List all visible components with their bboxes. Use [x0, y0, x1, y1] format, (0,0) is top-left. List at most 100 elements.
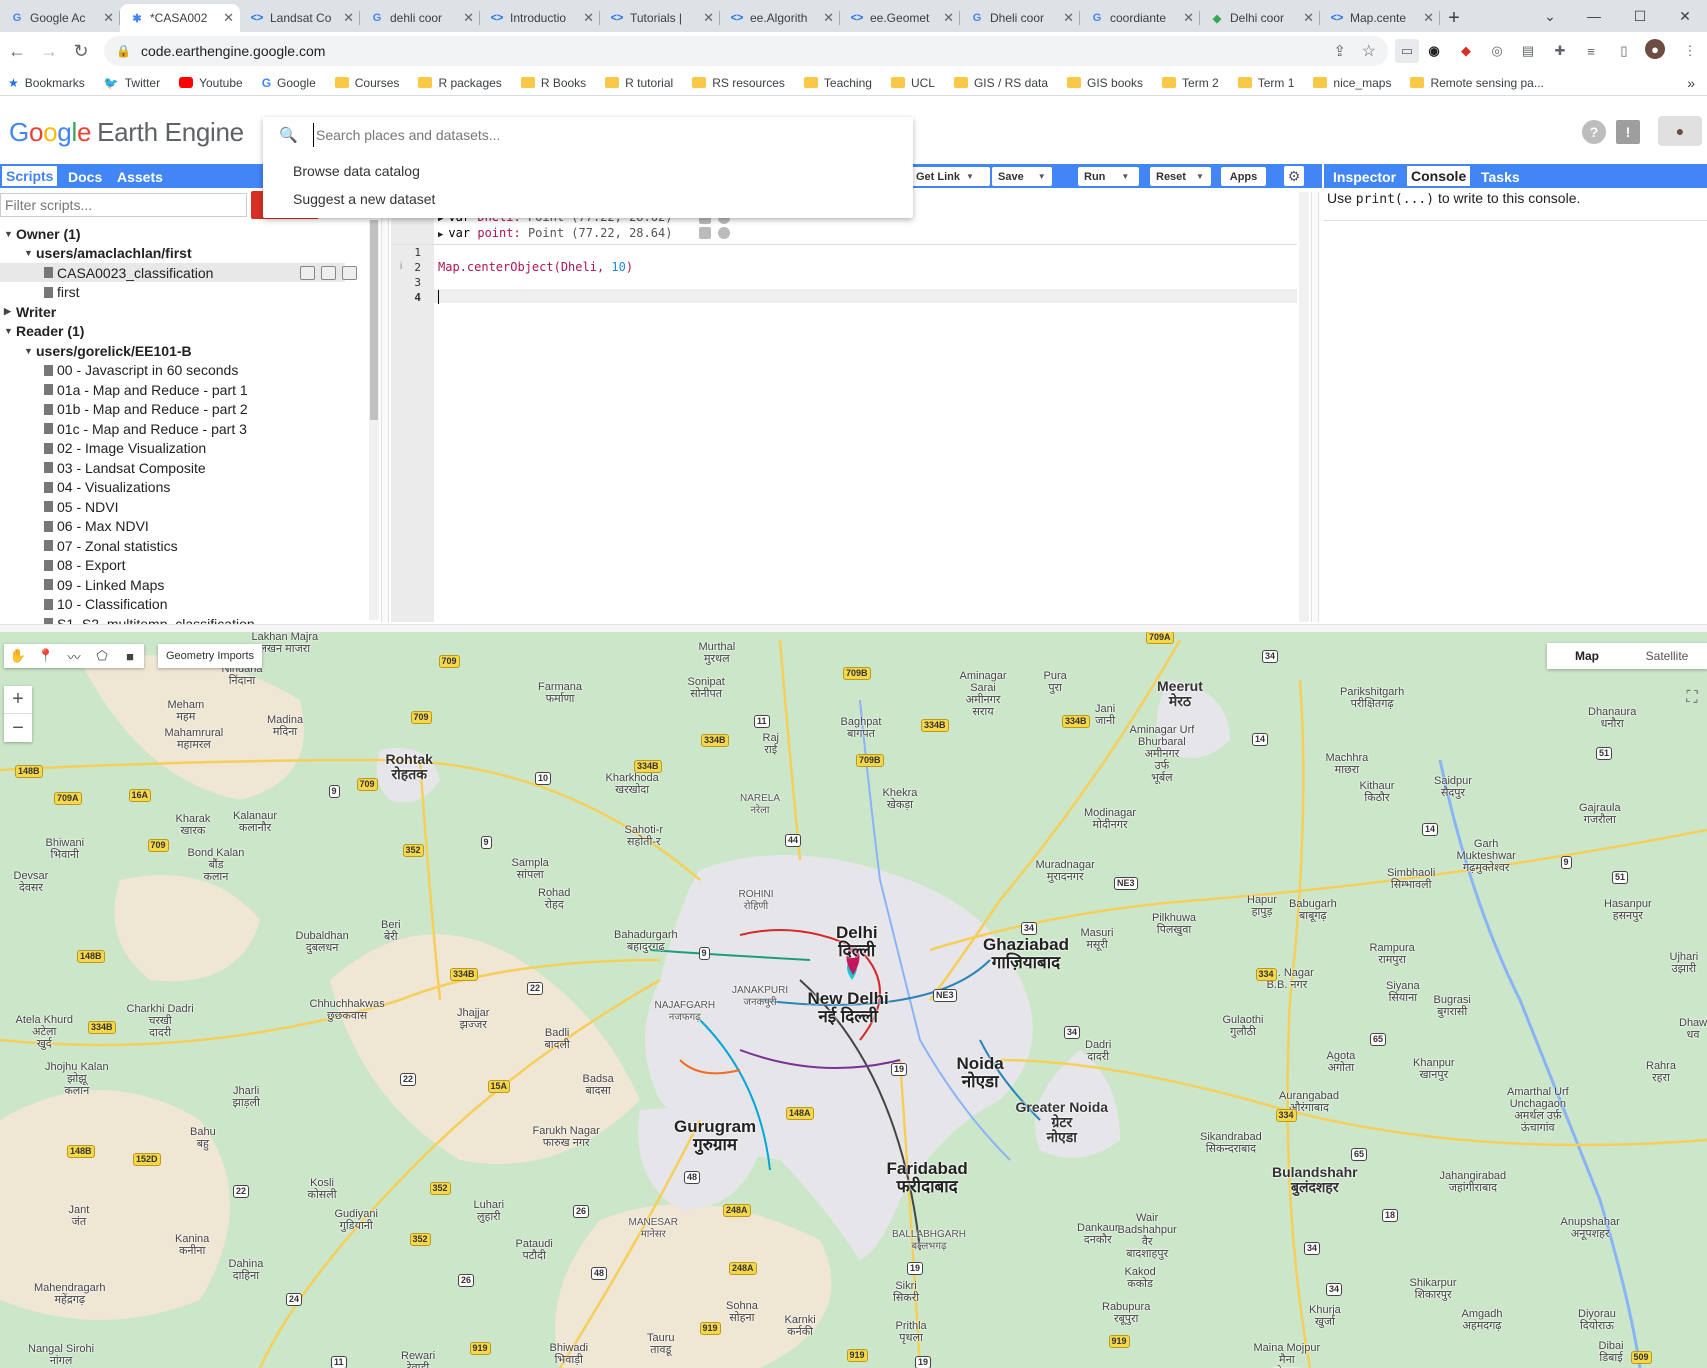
bookmark-item[interactable]: Courses — [334, 76, 399, 90]
script-item[interactable]: 03 - Landsat Composite — [0, 458, 206, 477]
folder-item[interactable]: ▶ Writer — [0, 302, 56, 321]
import-line[interactable]: ▶ var point: Point (77.22, 28.64) — [438, 226, 672, 240]
filter-scripts-input[interactable] — [0, 193, 247, 217]
left-splitter[interactable] — [381, 192, 389, 622]
editor-scrollbar[interactable] — [1299, 192, 1309, 622]
maximize-icon[interactable]: ☐ — [1618, 0, 1662, 32]
collapse-arrow-icon[interactable]: ▼ — [4, 326, 16, 336]
script-item[interactable]: 09 - Linked Maps — [0, 575, 164, 594]
run-button[interactable]: Run ▼ — [1078, 167, 1139, 186]
reload-icon[interactable]: ↻ — [66, 36, 96, 66]
side-panel-icon[interactable]: ▯ — [1612, 39, 1636, 63]
search-input[interactable] — [313, 123, 873, 147]
browser-menu-icon[interactable]: ⋮ — [1678, 39, 1702, 63]
script-item[interactable]: 10 - Classification — [0, 595, 168, 614]
bookmark-item[interactable]: Youtube — [179, 76, 243, 90]
save-button[interactable]: Save ▼ — [992, 167, 1052, 186]
share-icon[interactable]: ⇪ — [1333, 42, 1346, 60]
minimize-icon[interactable]: — — [1572, 0, 1616, 32]
cast-icon[interactable]: ▭ — [1395, 39, 1419, 63]
apps-button[interactable]: Apps — [1221, 167, 1266, 186]
script-item[interactable]: 06 - Max NDVI — [0, 517, 149, 536]
collapse-arrow-icon[interactable]: ▼ — [4, 229, 16, 239]
info-icon[interactable]: i — [400, 261, 402, 272]
dropdown-arrow-icon[interactable]: ▼ — [966, 172, 974, 181]
close-tab-icon[interactable]: ✕ — [1183, 10, 1194, 26]
new-tab-icon[interactable]: + — [1440, 4, 1468, 32]
get-link-button[interactable]: Get Link ▼ — [910, 167, 990, 186]
browse-catalog-link[interactable]: Browse data catalog — [293, 163, 420, 179]
browser-tab[interactable]: <> ee.Algorith ✕ — [720, 4, 840, 32]
tab-inspector[interactable]: Inspector — [1329, 168, 1400, 186]
script-item[interactable]: first — [0, 283, 80, 302]
close-tab-icon[interactable]: ✕ — [823, 10, 834, 26]
code-line[interactable]: Map.centerObject(Dheli, 10) — [438, 260, 633, 274]
script-item[interactable]: 01a - Map and Reduce - part 1 — [0, 380, 248, 399]
close-tab-icon[interactable]: ✕ — [1423, 10, 1434, 26]
close-window-icon[interactable]: ✕ — [1663, 0, 1707, 32]
tab-search-icon[interactable]: ⌄ — [1528, 0, 1572, 32]
reset-button[interactable]: Reset ▼ — [1150, 167, 1211, 186]
bookmark-item[interactable]: RS resources — [692, 76, 785, 90]
lock-icon[interactable]: 🔒 — [116, 44, 131, 58]
help-icon[interactable]: ? — [1582, 120, 1606, 144]
scrollbar-thumb[interactable] — [370, 220, 378, 420]
map-type-satellite[interactable]: Satellite — [1627, 643, 1707, 669]
media-icon[interactable]: ≡ — [1579, 39, 1603, 63]
bookmark-item[interactable]: Term 1 — [1237, 76, 1294, 90]
browser-tab[interactable]: <> ee.Geomet ✕ — [840, 4, 960, 32]
tab-scripts[interactable]: Scripts — [2, 166, 58, 186]
bookmark-item[interactable]: G Google — [262, 76, 316, 90]
dropdown-arrow-icon[interactable]: ▼ — [1038, 172, 1046, 181]
history-icon[interactable] — [300, 266, 315, 280]
scripts-scrollbar[interactable] — [369, 220, 379, 620]
close-tab-icon[interactable]: ✕ — [943, 10, 954, 26]
add-marker-icon[interactable]: 📍 — [32, 648, 60, 664]
dropdown-arrow-icon[interactable]: ▼ — [1196, 172, 1204, 181]
bookmark-item[interactable]: R tutorial — [605, 76, 673, 90]
right-splitter[interactable] — [1311, 192, 1319, 622]
script-item[interactable]: 01c - Map and Reduce - part 3 — [0, 419, 247, 438]
folder-item[interactable]: ▼ Owner (1) — [0, 224, 81, 243]
map-splitter[interactable] — [0, 624, 1707, 632]
close-tab-icon[interactable]: ✕ — [103, 10, 114, 26]
import-options-icon[interactable] — [718, 227, 730, 239]
browser-tab[interactable]: <> Map.cente ✕ — [1320, 4, 1440, 32]
browser-tab[interactable]: G Google Ac ✕ — [0, 4, 120, 32]
script-item[interactable]: 05 - NDVI — [0, 497, 118, 516]
map-type-map[interactable]: Map — [1547, 643, 1627, 669]
bookmark-item[interactable]: nice_maps — [1313, 76, 1391, 90]
close-tab-icon[interactable]: ✕ — [583, 10, 594, 26]
browser-tab[interactable]: ✱ *CASA002 ✕ — [120, 4, 240, 32]
pan-hand-icon[interactable]: ✋ — [4, 648, 32, 664]
tab-console[interactable]: Console — [1407, 166, 1471, 186]
folder-item[interactable]: ▼ users/amaclachlan/first — [0, 244, 192, 263]
bookmark-item[interactable]: R Books — [520, 76, 586, 90]
bookmark-item[interactable]: ★ Bookmarks — [8, 76, 85, 90]
user-avatar[interactable]: ● — [1658, 116, 1702, 146]
close-tab-icon[interactable]: ✕ — [343, 10, 354, 26]
draw-rectangle-icon[interactable]: ■ — [116, 649, 144, 664]
extension-badge-icon[interactable]: ◆ — [1454, 39, 1478, 63]
script-item[interactable]: 08 - Export — [0, 556, 125, 575]
settings-gear-icon[interactable]: ⚙ — [1284, 166, 1304, 186]
map-canvas[interactable]: Lakhan Majra लखन माजरा Murthal मुरथल Ninda… — [0, 632, 1707, 1368]
close-tab-icon[interactable]: ✕ — [703, 10, 714, 26]
draw-line-icon[interactable]: 〰 — [60, 647, 88, 666]
script-item[interactable]: 07 - Zonal statistics — [0, 536, 178, 555]
script-item[interactable]: 01b - Map and Reduce - part 2 — [0, 400, 248, 419]
zoom-in-button[interactable]: + — [4, 686, 32, 714]
bookmark-star-icon[interactable]: ☆ — [1362, 41, 1376, 61]
delete-icon[interactable] — [342, 266, 357, 280]
bookmark-item[interactable]: GIS / RS data — [953, 76, 1048, 90]
expand-arrow-icon[interactable]: ▶ — [4, 306, 16, 317]
rename-icon[interactable] — [321, 266, 336, 280]
bookmark-item[interactable]: Teaching — [803, 76, 872, 90]
draw-polygon-icon[interactable]: ⬠ — [88, 648, 116, 664]
browser-tab[interactable]: <> Landsat Co ✕ — [240, 4, 360, 32]
extensions-puzzle-icon[interactable]: ✚ — [1548, 39, 1572, 63]
collapse-arrow-icon[interactable]: ▼ — [24, 248, 36, 258]
feedback-icon[interactable]: ! — [1616, 120, 1640, 144]
tab-docs[interactable]: Docs — [64, 168, 106, 186]
fullscreen-icon[interactable]: ⛶ — [1680, 686, 1704, 710]
